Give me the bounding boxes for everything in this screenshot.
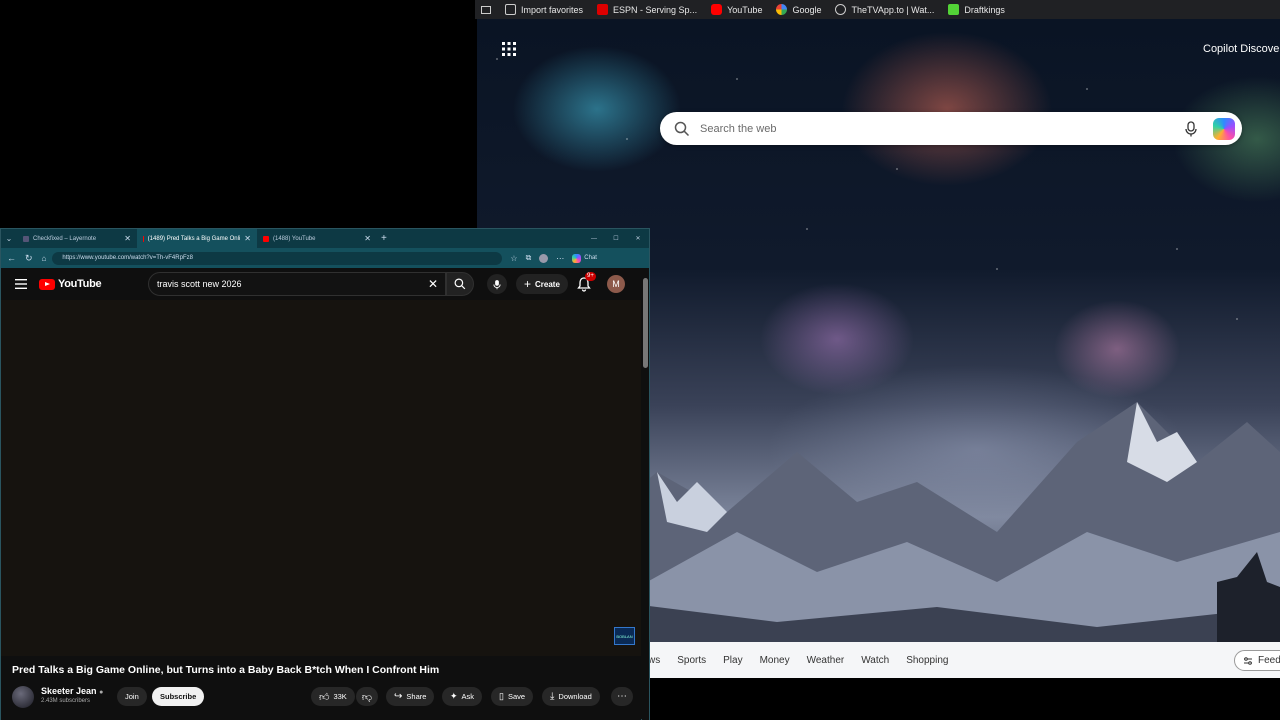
tab-youtube[interactable]: (1488) YouTube ✕ [257,229,377,248]
plus-icon: + [524,277,532,291]
bookmark-thetvapp[interactable]: TheTVApp.to | Wat... [835,4,934,15]
scrollbar-thumb[interactable] [643,278,648,368]
minimize-icon[interactable]: — [583,236,605,242]
import-icon [505,4,516,15]
like-button[interactable]: 👍︎ 33K [311,687,355,706]
tab-actions-icon[interactable] [481,5,491,14]
join-button[interactable]: Join [117,687,147,706]
notification-count-badge: 9+ [585,272,596,281]
profile-icon[interactable] [539,253,549,263]
close-tab-icon[interactable]: ✕ [244,234,251,243]
more-actions-button[interactable]: ⋯ [611,687,633,706]
tab-list-icon[interactable]: ⌄ [1,234,17,243]
search-icon [674,121,690,136]
channel-name[interactable]: Skeeter Jean ● [41,686,103,696]
download-icon: ⤓ [550,691,555,702]
tab-checkfixed[interactable]: Checkfixed – Layernote ✕ [17,229,137,248]
hamburger-menu-icon[interactable] [15,279,27,289]
account-avatar[interactable]: M [607,275,625,293]
bookmark-espn[interactable]: ESPN - Serving Sp... [597,4,697,15]
bookmark-google[interactable]: Google [776,4,821,15]
microphone-icon[interactable] [1183,120,1199,137]
draftkings-icon [948,4,960,15]
share-icon: ↪ [394,691,403,702]
tab-youtube-video[interactable]: (1489) Pred Talks a Big Game Onli ✕ [137,229,257,248]
web-search-box[interactable]: Search the web [660,112,1242,145]
video-actions-row: Skeeter Jean ● 2.43M subscribers Join Su… [1,683,641,711]
video-title: Pred Talks a Big Game Online, but Turns … [12,664,440,676]
close-tab-icon[interactable]: ✕ [124,234,131,243]
url-field[interactable]: https://www.youtube.com/watch?v=Th-vF4Rp… [52,251,503,265]
youtube-logo[interactable]: YouTube [39,278,102,290]
star-icon[interactable]: ☆ [510,254,517,263]
voice-search-button[interactable] [487,274,507,294]
copilot-icon[interactable] [1213,117,1235,140]
youtube-header: YouTube travis scott new 2026 ✕ + Create… [1,268,641,300]
close-window-icon[interactable]: ✕ [627,235,649,242]
thumbs-up-icon: 👍︎ [319,691,330,703]
verified-icon: ● [99,689,104,696]
sparkle-icon: ✦ [450,691,458,701]
apps-grid-icon[interactable] [502,42,516,56]
news-tab-sports[interactable]: Sports [677,655,706,666]
bookmark-draftkings[interactable]: Draftkings [948,4,1005,15]
clear-search-icon[interactable]: ✕ [428,277,438,291]
copilot-icon[interactable] [572,253,582,263]
subscribe-button[interactable]: Subscribe [152,687,205,706]
news-feed-tabs: ws Sports Play Money Weather Watch Shopp… [648,642,1280,678]
youtube-browser-window: ⌄ Checkfixed – Layernote ✕ (1489) Pred T… [0,228,650,720]
channel-avatar[interactable] [12,686,34,708]
bookmark-icon: ▯ [499,691,504,701]
address-bar-row: ← ↻ ⌂ https://www.youtube.com/watch?v=Th… [1,248,649,268]
youtube-icon [263,235,269,242]
google-icon [776,4,788,15]
close-tab-icon[interactable]: ✕ [364,234,371,243]
extensions-icon[interactable]: ⧉ [526,253,532,263]
news-tab-watch[interactable]: Watch [861,655,889,666]
tab-strip: ⌄ Checkfixed – Layernote ✕ (1489) Pred T… [1,229,649,248]
create-button[interactable]: + Create [516,274,568,294]
subscriber-count: 2.43M subscribers [41,698,91,704]
maximize-icon[interactable]: ☐ [605,235,627,242]
thumbs-down-icon: 👎︎ [361,691,373,703]
share-button[interactable]: ↪ Share [386,687,435,706]
favorites-bar: Import favorites ESPN - Serving Sp... Yo… [475,0,1280,19]
news-tab-play[interactable]: Play [723,655,742,666]
news-tab-weather[interactable]: Weather [807,655,845,666]
espn-icon [597,4,609,15]
search-input[interactable]: Search the web [700,123,1183,135]
video-player[interactable]: BOBLAN [1,300,641,656]
bookmark-import-favorites[interactable]: Import favorites [505,4,583,15]
microphone-icon [493,279,501,289]
youtube-search-button[interactable] [446,272,474,296]
more-icon: ⋯ [617,691,627,702]
news-tab-money[interactable]: Money [760,655,790,666]
bookmark-youtube[interactable]: YouTube [711,4,762,15]
page-scrollbar[interactable] [642,268,649,720]
youtube-watch-page: YouTube travis scott new 2026 ✕ + Create… [1,268,641,720]
youtube-play-icon [39,278,55,290]
page-icon [23,235,29,242]
back-icon[interactable]: ← [7,253,16,263]
home-icon[interactable]: ⌂ [42,254,47,263]
globe-icon [835,4,847,15]
new-tab-icon[interactable]: + [381,233,387,244]
save-button[interactable]: ▯ Save [491,687,534,706]
search-icon [454,278,466,290]
channel-watermark[interactable]: BOBLAN [614,627,635,645]
youtube-search-input[interactable]: travis scott new 2026 ✕ [148,272,446,296]
feed-layout-button[interactable]: Feed lay [1234,650,1280,671]
more-icon[interactable]: ⋯ [556,254,564,263]
youtube-icon [143,235,144,242]
refresh-icon[interactable]: ↻ [25,253,33,264]
chat-label[interactable]: Chat [584,255,597,261]
sliders-icon [1244,656,1252,665]
ask-button[interactable]: ✦ Ask [442,687,483,706]
news-tab-shopping[interactable]: Shopping [906,655,948,666]
copilot-discover-link[interactable]: Copilot Discove [1203,43,1279,55]
youtube-icon [711,4,723,15]
download-button[interactable]: ⤓ Download [542,687,600,706]
dislike-button[interactable]: 👎︎ [356,687,378,706]
